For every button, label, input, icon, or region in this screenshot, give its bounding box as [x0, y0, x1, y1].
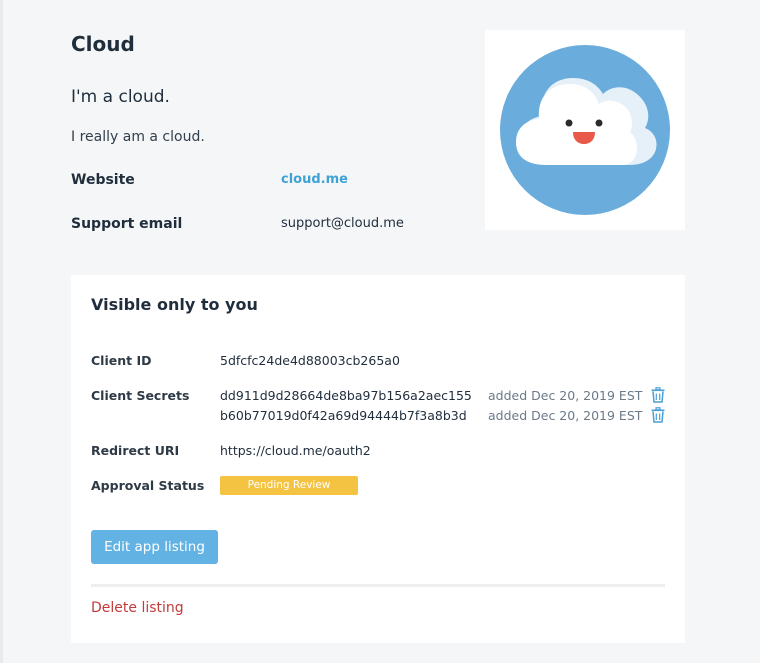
client-secret-value: b60b77019d0f42a69d94444b7f3a8b3d	[220, 408, 467, 423]
trash-icon[interactable]	[650, 387, 666, 403]
website-link[interactable]: cloud.me	[281, 172, 348, 187]
website-value: cloud.me	[281, 172, 348, 187]
website-label: Website	[71, 172, 135, 188]
client-secret-value: dd911d9d28664de8ba97b156a2aec155	[220, 388, 472, 403]
trash-icon[interactable]	[650, 407, 666, 423]
app-logo	[485, 30, 685, 230]
app-tagline: I'm a cloud.	[71, 87, 170, 107]
client-secrets-label: Client Secrets	[91, 388, 190, 403]
cloud-logo-icon	[500, 45, 670, 215]
client-id-label: Client ID	[91, 353, 152, 368]
divider	[91, 584, 665, 587]
delete-listing-link[interactable]: Delete listing	[91, 600, 184, 616]
card-title: Visible only to you	[91, 295, 258, 314]
page-edge	[0, 0, 3, 663]
app-title: Cloud	[71, 32, 135, 56]
app-description: I really am a cloud.	[71, 129, 205, 145]
client-id-value: 5dfcfc24de4d88003cb265a0	[220, 353, 400, 368]
redirect-uri-value: https://cloud.me/oauth2	[220, 443, 371, 458]
edit-app-listing-button[interactable]: Edit app listing	[91, 530, 218, 564]
redirect-uri-label: Redirect URI	[91, 443, 180, 458]
client-secret-added: added Dec 20, 2019 EST	[488, 408, 643, 423]
support-email-label: Support email	[71, 216, 183, 232]
approval-status-label: Approval Status	[91, 478, 205, 493]
client-secret-added: added Dec 20, 2019 EST	[488, 388, 643, 403]
status-badge: Pending Review	[220, 476, 358, 495]
support-email-value: support@cloud.me	[281, 216, 404, 231]
private-info-card: Visible only to you Client ID 5dfcfc24de…	[71, 275, 685, 643]
